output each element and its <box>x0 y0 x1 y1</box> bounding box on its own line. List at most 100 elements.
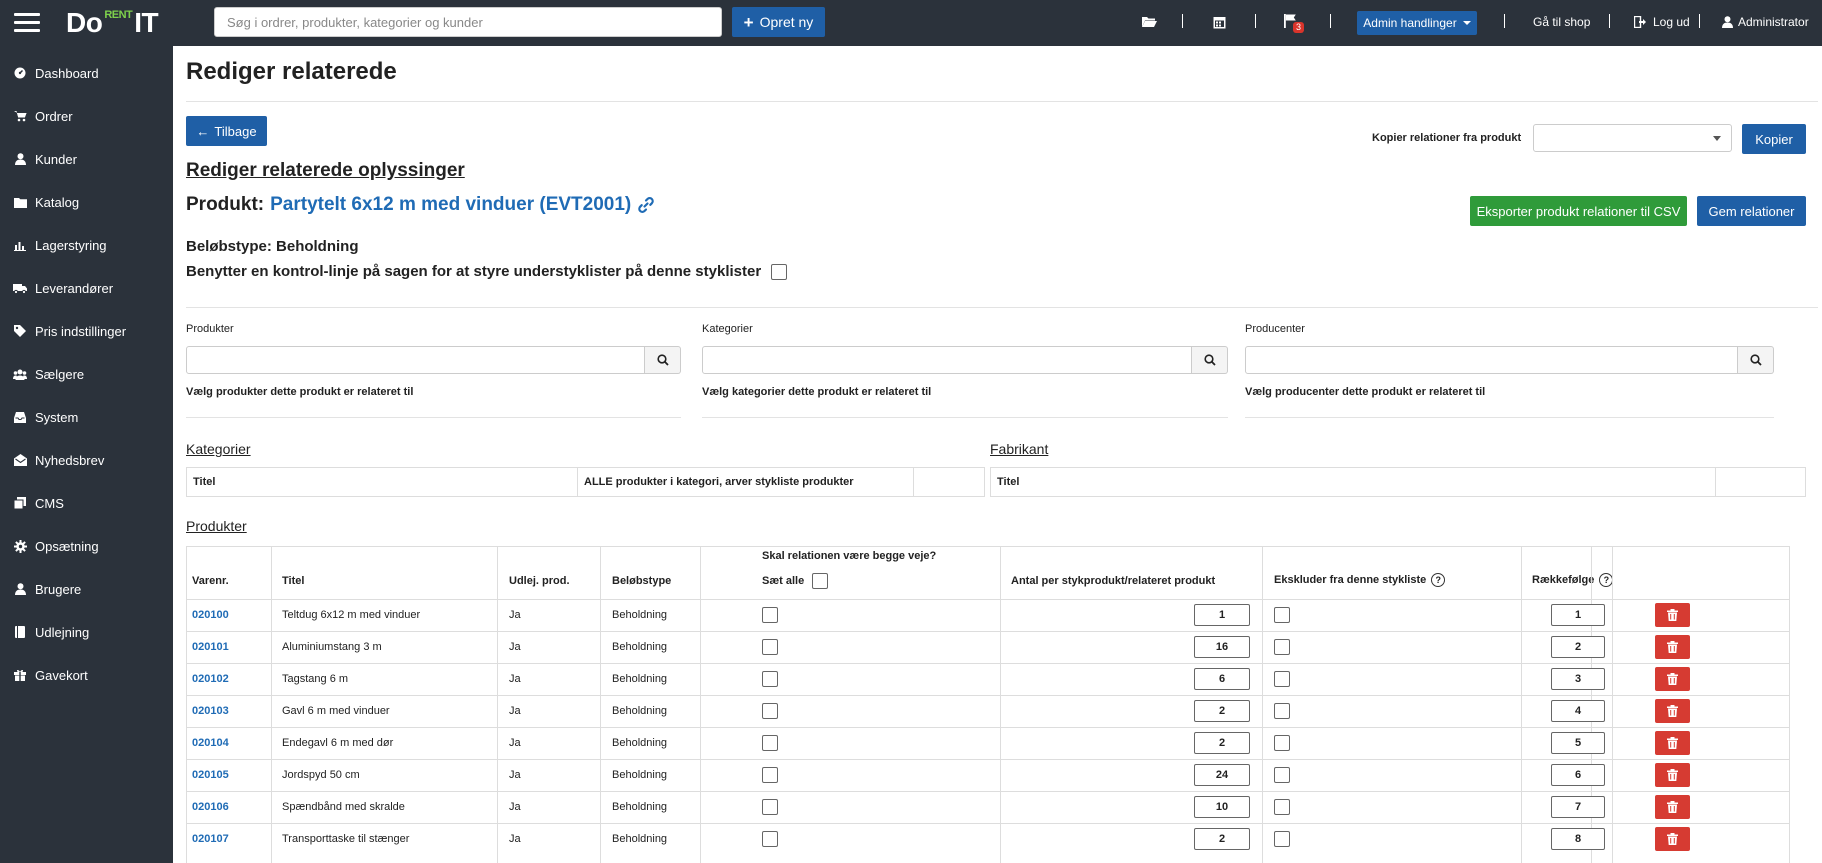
producers-search-button[interactable] <box>1738 346 1774 374</box>
header-amount-type: Beløbstype <box>612 575 672 587</box>
divider <box>1699 14 1700 28</box>
set-all-checkbox[interactable] <box>812 573 829 589</box>
both-ways-checkbox[interactable] <box>762 735 778 751</box>
sidebar-item-lagerstyring[interactable]: Lagerstyring <box>0 230 173 260</box>
sidebar-item-katalog[interactable]: Katalog <box>0 187 173 217</box>
top-bar: Do RENT IT + Opret ny 3 Admin handlinger… <box>0 0 1822 46</box>
sidebar-item-leverandører[interactable]: Leverandører <box>0 273 173 303</box>
logo[interactable]: Do RENT IT <box>66 6 159 40</box>
delete-button[interactable] <box>1655 603 1690 627</box>
create-new-label: Opret ny <box>759 14 814 30</box>
trash-icon <box>1667 833 1678 845</box>
categories-search-button[interactable] <box>1192 346 1228 374</box>
product-sku-link[interactable]: 020100 <box>192 609 229 621</box>
sidebar-item-dashboard[interactable]: Dashboard <box>0 58 173 88</box>
both-ways-checkbox[interactable] <box>762 703 778 719</box>
exclude-checkbox[interactable] <box>1274 799 1290 815</box>
copy-button[interactable]: Kopier <box>1742 124 1806 154</box>
sidebar-item-opsætning[interactable]: Opsætning <box>0 531 173 561</box>
admin-actions-dropdown[interactable]: Admin handlinger <box>1357 11 1477 35</box>
exclude-checkbox[interactable] <box>1274 831 1290 847</box>
both-ways-checkbox[interactable] <box>762 767 778 783</box>
flag-icon[interactable]: 3 <box>1283 13 1305 33</box>
both-ways-checkbox[interactable] <box>762 639 778 655</box>
order-input[interactable]: 5 <box>1551 732 1605 754</box>
delete-button[interactable] <box>1655 763 1690 787</box>
quantity-input[interactable]: 6 <box>1194 668 1250 690</box>
exclude-checkbox[interactable] <box>1274 735 1290 751</box>
delete-button[interactable] <box>1655 667 1690 691</box>
back-button[interactable]: ← Tilbage <box>186 116 267 146</box>
order-input[interactable]: 3 <box>1551 668 1605 690</box>
save-relations-button[interactable]: Gem relationer <box>1697 196 1806 226</box>
user-menu[interactable]: Administrator <box>1722 15 1809 29</box>
menu-icon[interactable] <box>14 13 40 33</box>
order-input[interactable]: 2 <box>1551 636 1605 658</box>
sidebar-item-gavekort[interactable]: Gavekort <box>0 660 173 690</box>
quantity-input[interactable]: 10 <box>1194 796 1250 818</box>
quantity-input[interactable]: 1 <box>1194 604 1250 626</box>
column-divider <box>600 547 601 863</box>
sidebar-item-udlejning[interactable]: Udlejning <box>0 617 173 647</box>
sidebar-item-nyhedsbrev[interactable]: Nyhedsbrev <box>0 445 173 475</box>
quantity-input[interactable]: 16 <box>1194 636 1250 658</box>
exclude-checkbox[interactable] <box>1274 767 1290 783</box>
go-to-shop-link[interactable]: Gå til shop <box>1533 15 1590 29</box>
product-sku-link[interactable]: 020102 <box>192 673 229 685</box>
quantity-input[interactable]: 24 <box>1194 764 1250 786</box>
order-input[interactable]: 6 <box>1551 764 1605 786</box>
exclude-checkbox[interactable] <box>1274 639 1290 655</box>
link-icon[interactable] <box>637 196 655 214</box>
sidebar-item-kunder[interactable]: Kunder <box>0 144 173 174</box>
sidebar-item-sælgere[interactable]: Sælgere <box>0 359 173 389</box>
product-sku-link[interactable]: 020106 <box>192 801 229 813</box>
order-input[interactable]: 1 <box>1551 604 1605 626</box>
exclude-checkbox[interactable] <box>1274 703 1290 719</box>
sidebar-item-system[interactable]: System <box>0 402 173 432</box>
export-csv-button[interactable]: Eksporter produkt relationer til CSV <box>1470 196 1687 226</box>
categories-search-input[interactable] <box>702 346 1192 374</box>
products-search-input[interactable] <box>186 346 645 374</box>
both-ways-checkbox[interactable] <box>762 671 778 687</box>
sidebar-item-pris-indstillinger[interactable]: Pris indstillinger <box>0 316 173 346</box>
copy-relations-select[interactable] <box>1533 124 1732 152</box>
logout-link[interactable]: Log ud <box>1634 15 1690 29</box>
order-input[interactable]: 4 <box>1551 700 1605 722</box>
control-line-checkbox[interactable] <box>771 263 788 280</box>
help-icon[interactable]: ? <box>1431 573 1446 587</box>
product-sku-link[interactable]: 020104 <box>192 737 229 749</box>
global-search-input[interactable] <box>214 7 722 37</box>
products-search-button[interactable] <box>645 346 681 374</box>
order-input[interactable]: 8 <box>1551 828 1605 850</box>
order-input[interactable]: 7 <box>1551 796 1605 818</box>
quantity-input[interactable]: 2 <box>1194 828 1250 850</box>
producers-search-input[interactable] <box>1245 346 1738 374</box>
sidebar-item-cms[interactable]: CMS <box>0 488 173 518</box>
delete-button[interactable] <box>1655 699 1690 723</box>
calendar-icon[interactable] <box>1213 15 1226 29</box>
product-sku-link[interactable]: 020105 <box>192 769 229 781</box>
divider <box>1255 14 1256 28</box>
back-label: Tilbage <box>214 123 257 139</box>
exclude-checkbox[interactable] <box>1274 671 1290 687</box>
delete-button[interactable] <box>1655 795 1690 819</box>
folder-open-icon[interactable] <box>1141 15 1157 28</box>
create-new-button[interactable]: + Opret ny <box>732 7 825 37</box>
quantity-input[interactable]: 2 <box>1194 700 1250 722</box>
logo-do: Do <box>66 7 103 38</box>
sidebar-item-ordrer[interactable]: Ordrer <box>0 101 173 131</box>
product-sku-link[interactable]: 020107 <box>192 833 229 845</box>
sidebar-item-brugere[interactable]: Brugere <box>0 574 173 604</box>
both-ways-checkbox[interactable] <box>762 831 778 847</box>
exclude-checkbox[interactable] <box>1274 607 1290 623</box>
product-link[interactable]: Partytelt 6x12 m med vinduer (EVT2001) <box>270 194 631 216</box>
search-icon <box>656 354 669 366</box>
delete-button[interactable] <box>1655 731 1690 755</box>
both-ways-checkbox[interactable] <box>762 607 778 623</box>
quantity-input[interactable]: 2 <box>1194 732 1250 754</box>
delete-button[interactable] <box>1655 827 1690 851</box>
product-sku-link[interactable]: 020103 <box>192 705 229 717</box>
both-ways-checkbox[interactable] <box>762 799 778 815</box>
delete-button[interactable] <box>1655 635 1690 659</box>
product-sku-link[interactable]: 020101 <box>192 641 229 653</box>
